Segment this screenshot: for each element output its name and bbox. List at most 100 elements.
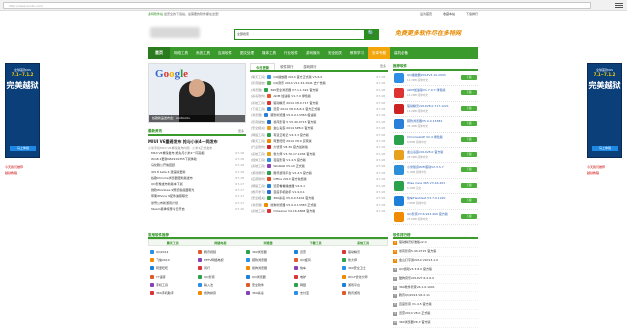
ad-try-button[interactable]: 马上体验: [592, 146, 618, 151]
recommend-name[interactable]: 驱动精灵2014V8.0.717.1221: [407, 104, 449, 108]
category-item[interactable]: 支付宝: [292, 289, 340, 297]
download-button[interactable]: 下载: [461, 90, 477, 96]
app-icon[interactable]: [394, 211, 404, 222]
set-homepage-link[interactable]: 设为首页: [420, 12, 432, 16]
browser-menu-icon[interactable]: [615, 3, 623, 8]
recommend-name[interactable]: ADM加速版V1.7.0.7 绿色版: [407, 88, 445, 92]
category-item[interactable]: 猎豹浏览器: [244, 256, 292, 264]
category-item[interactable]: 腾讯游戏: [340, 289, 388, 297]
recommend-name[interactable]: 快车FlashGet V3.7.0.1220: [407, 196, 445, 200]
left-ad-banner[interactable]: 全球首款iOS 7.1~7.1.2 完美越狱 马上体验: [5, 63, 40, 158]
recommend-name[interactable]: 金山毒霸2014V8.0 官方版: [407, 150, 443, 154]
bookmark-link[interactable]: 收藏本站: [443, 12, 455, 16]
download-button[interactable]: 下载: [461, 121, 477, 127]
category-head[interactable]: 系统工具: [339, 240, 387, 246]
category-item[interactable]: 腾讯视频: [196, 248, 244, 256]
category-item[interactable]: 安全软件: [244, 281, 292, 289]
nav-network[interactable]: 网络工具: [170, 47, 192, 59]
app-icon[interactable]: [394, 134, 404, 145]
category-item[interactable]: 风行: [196, 264, 244, 272]
app-icon[interactable]: [394, 149, 404, 160]
category-head[interactable]: 下载工具: [292, 240, 340, 246]
category-item[interactable]: QQ影音: [196, 273, 244, 281]
ranking-item[interactable]: 5 酷狗音乐2014V7.6.2.6.0: [393, 275, 478, 284]
ranking-item[interactable]: 8 百度影音 V1.4.5 官方版: [393, 301, 478, 311]
nav-system[interactable]: 系统工具: [192, 47, 214, 59]
category-item[interactable]: Win7优化大师: [340, 273, 388, 281]
nav-apps[interactable]: 应用软件: [214, 47, 236, 59]
right-ad-banner[interactable]: 全球首款iOS 7.1~7.1.2 完美越狱 马上体验: [587, 63, 622, 158]
news-more-link[interactable]: 更多: [238, 128, 244, 135]
nav-security[interactable]: 安全相关: [324, 47, 346, 59]
category-item[interactable]: 输入法: [196, 281, 244, 289]
nav-industry[interactable]: 行业软件: [280, 47, 302, 59]
category-item[interactable]: 360安全卫士: [340, 264, 388, 272]
nav-android[interactable]: 安卓专题: [368, 47, 390, 59]
site-name[interactable]: 多特软件站: [148, 12, 163, 16]
recommend-name[interactable]: QQ播放器2014V3.10.2943: [407, 73, 446, 77]
nav-education[interactable]: 教育学习: [346, 47, 368, 59]
recommend-name[interactable]: 小米随身WiFi驱动V2.3.5.7: [407, 165, 444, 169]
app-icon[interactable]: [394, 180, 404, 191]
category-item[interactable]: 360浏览器: [244, 248, 292, 256]
category-item[interactable]: 鲁大师: [340, 256, 388, 264]
recommend-name[interactable]: QQ影音V3.6.923.400 官方版: [407, 212, 448, 216]
category-item[interactable]: 驱动精灵: [340, 248, 388, 256]
category-item[interactable]: 手机工具: [148, 281, 196, 289]
category-head[interactable]: 网络电视: [197, 240, 245, 246]
ranking-item[interactable]: 3 金山打字通2014 V2013.1.0: [393, 257, 478, 266]
ranking-item[interactable]: 2 暴风影音5.40.0715 官方版: [393, 248, 478, 257]
download-rank-link[interactable]: 下载排行: [466, 12, 478, 16]
app-icon[interactable]: [394, 196, 404, 207]
download-button[interactable]: 下载: [461, 198, 477, 204]
news-item[interactable]: Steam夏季特惠今日开启 07-16: [148, 206, 246, 212]
category-head[interactable]: 浏览器: [244, 240, 292, 246]
category-item[interactable]: QQ2014: [148, 248, 196, 256]
recommend-name[interactable]: 猎豹浏览器V5.0.0.13383: [407, 119, 442, 123]
category-item[interactable]: QQ浏览器: [244, 273, 292, 281]
tab-software-rank[interactable]: 软件排行: [275, 63, 298, 70]
category-item[interactable]: 快车: [292, 264, 340, 272]
category-item[interactable]: 电驴: [292, 273, 340, 281]
search-category-select[interactable]: 全部搜索: [237, 32, 249, 36]
address-bar[interactable]: http://www.duote.com/: [3, 2, 591, 9]
category-item[interactable]: 搜狗浏览器: [244, 264, 292, 272]
category-head[interactable]: 聊天工具: [149, 240, 197, 246]
app-icon[interactable]: [394, 165, 404, 176]
download-button[interactable]: 下载: [461, 151, 477, 157]
download-button[interactable]: 下载: [461, 182, 477, 188]
ranking-item[interactable]: 4 QQ游戏v3.3.8.0 官方版: [393, 266, 478, 275]
recommend-name[interactable]: ChromeGAE V2.4 绿色版: [407, 135, 443, 139]
nav-games[interactable]: 游戏娱乐: [302, 47, 324, 59]
ad-link[interactable]: 越狱教程: [5, 170, 23, 176]
download-button[interactable]: 下载: [461, 213, 477, 219]
category-item[interactable]: 360杀毒: [244, 289, 292, 297]
news-headline[interactable]: MIUI V6重磅发布 抢与小米4一同发布: [148, 139, 246, 145]
category-item[interactable]: QQ旋风: [292, 256, 340, 264]
update-row[interactable]: [系统工具] CCleaner V4.16.4808 官方版 07-18: [250, 208, 388, 214]
category-item[interactable]: 迅雷: [292, 248, 340, 256]
category-item[interactable]: 游戏平台: [340, 281, 388, 289]
site-logo[interactable]: [150, 27, 200, 38]
nav-media[interactable]: 媒体工具: [258, 47, 280, 59]
tab-today[interactable]: 今日更新: [250, 63, 276, 70]
download-button[interactable]: 下载: [461, 75, 477, 80]
ranking-item[interactable]: 6 360软件管家v6.1.0.1001: [393, 284, 478, 293]
feature-photo[interactable]: Google 谷歌新品发布会：Android L: [148, 63, 246, 123]
download-button[interactable]: 下载: [461, 105, 477, 111]
category-item[interactable]: 飞信2014: [148, 256, 196, 264]
ranking-item[interactable]: 7 腾讯QQ2014 V6.2.11: [393, 292, 478, 302]
app-icon[interactable]: [394, 73, 404, 83]
ranking-item[interactable]: 1 驱动精灵标准版v2.0: [393, 239, 478, 248]
download-button[interactable]: 下载: [461, 167, 477, 173]
category-item[interactable]: 网银: [292, 281, 340, 289]
download-button[interactable]: 下载: [461, 136, 477, 142]
app-icon[interactable]: [394, 119, 404, 130]
updates-more-link[interactable]: 更多: [380, 64, 386, 68]
category-item[interactable]: YY语音: [148, 273, 196, 281]
nav-graphics[interactable]: 图文处理: [236, 47, 258, 59]
nav-home[interactable]: 首页: [148, 47, 170, 59]
ad-link[interactable]: 越狱教程: [587, 170, 605, 176]
app-icon[interactable]: [394, 103, 404, 114]
ranking-item[interactable]: 10 360浏览器V6.3 官方版: [393, 319, 478, 328]
